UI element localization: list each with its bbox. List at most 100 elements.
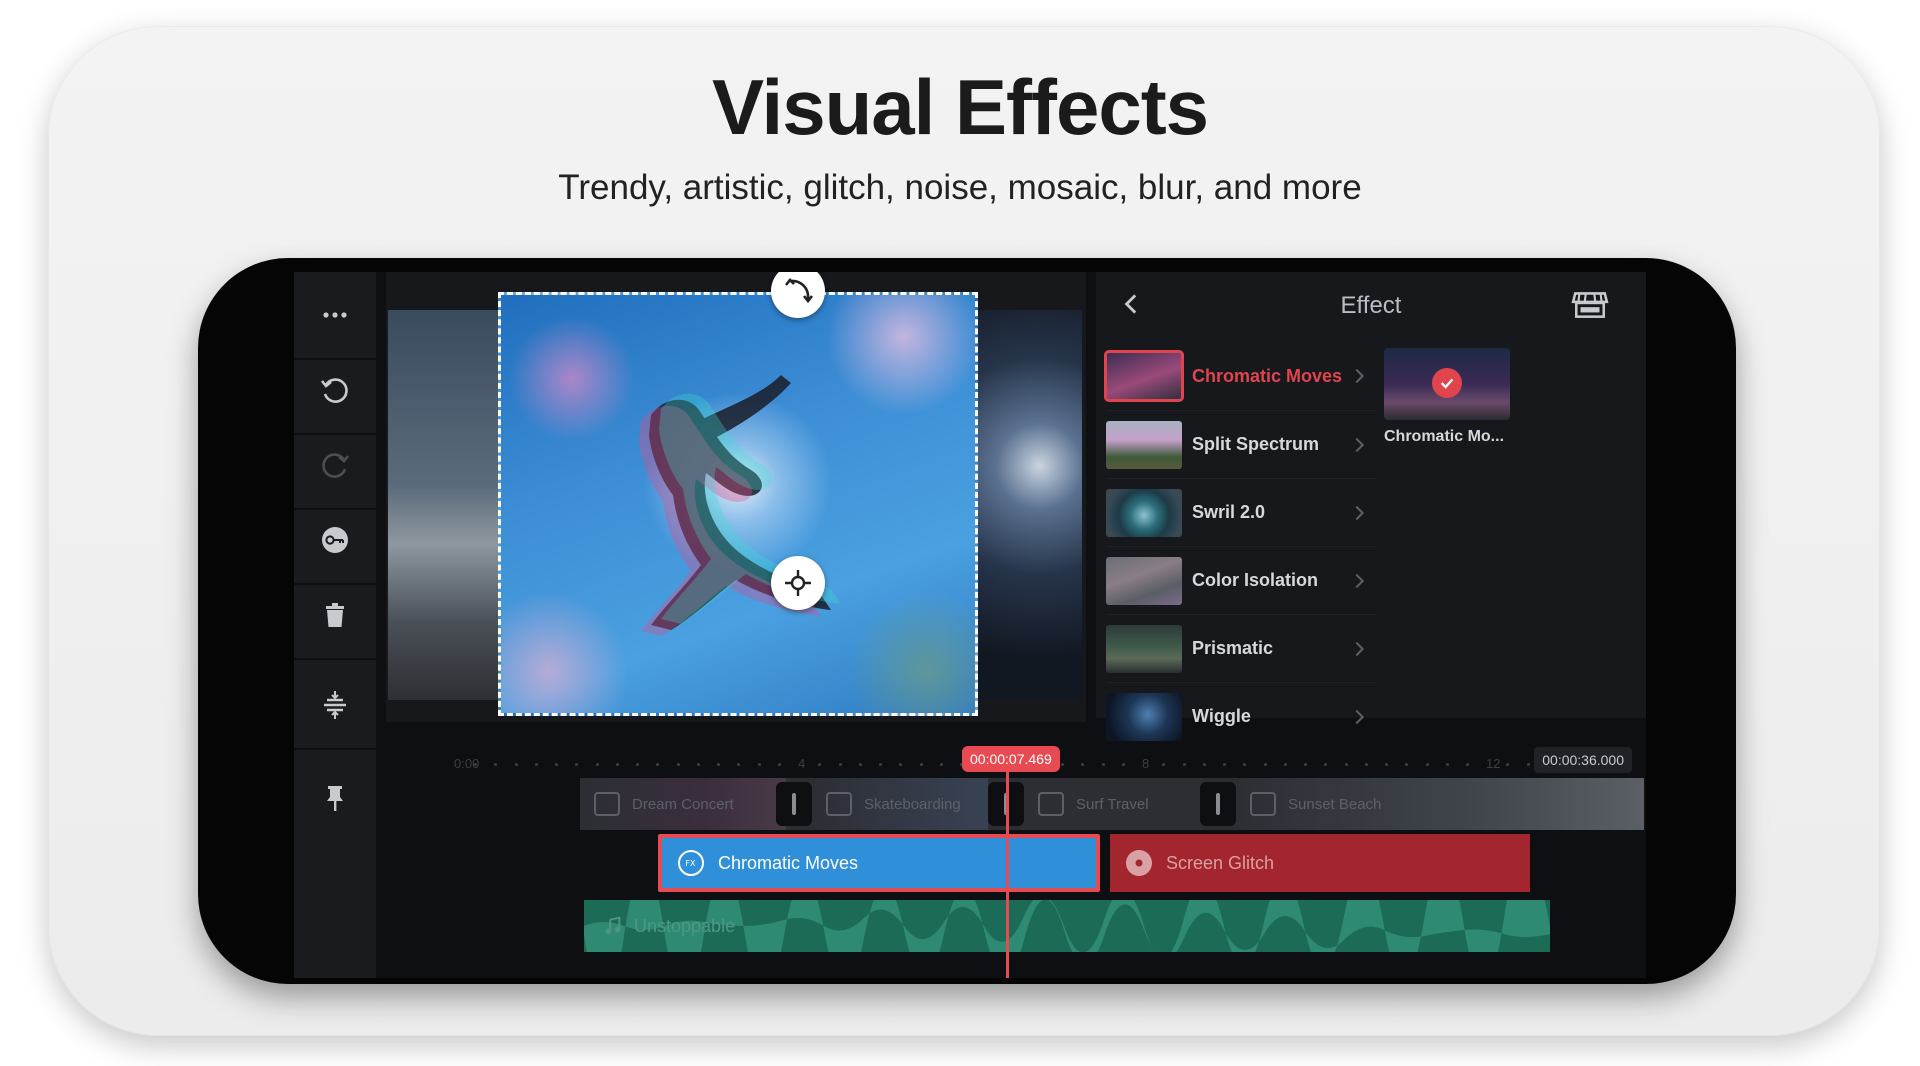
- move-handle[interactable]: [771, 556, 825, 610]
- effect-clip-selected[interactable]: FX Chromatic Moves: [658, 834, 1100, 892]
- ruler-tick: [1324, 763, 1328, 766]
- effect-panel-header: Effect: [1096, 272, 1646, 336]
- effect-thumbnail: [1104, 350, 1184, 402]
- ruler-tick: [555, 763, 559, 766]
- effect-name: Chromatic Moves: [1192, 365, 1343, 386]
- ruler-tick: [1101, 763, 1105, 766]
- audio-track[interactable]: Unstoppable: [584, 900, 1550, 952]
- svg-text:FX: FX: [685, 859, 696, 868]
- ruler-tick: [838, 763, 842, 766]
- clip-label: Skateboarding: [864, 795, 961, 813]
- effect-thumbnail: [1106, 624, 1182, 673]
- image-clip-icon: [1038, 792, 1064, 816]
- effect-item-swril[interactable]: Swril 2.0: [1106, 478, 1376, 546]
- more-icon: [323, 312, 347, 318]
- applied-effect-label: Chromatic Mo...: [1384, 428, 1505, 445]
- ruler-tick: [1425, 763, 1429, 766]
- video-clip[interactable]: Sunset Beach: [1236, 778, 1644, 830]
- ruler-tick: [737, 763, 741, 766]
- effect-name: Swril 2.0: [1192, 502, 1266, 522]
- page-subtitle: Trendy, artistic, glitch, noise, mosaic,…: [558, 168, 1362, 207]
- music-note-icon: [605, 916, 621, 935]
- chevron-right-icon: [1355, 368, 1365, 384]
- page-title: Visual Effects: [711, 63, 1209, 151]
- chevron-right-icon: [1355, 505, 1365, 520]
- video-clip[interactable]: Skateboarding: [812, 778, 988, 830]
- glitch-icon: [1126, 850, 1152, 876]
- ruler-tick: [514, 763, 518, 766]
- ruler-tick: [636, 763, 640, 766]
- undo-icon: [320, 378, 348, 403]
- keyframe-icon: [322, 527, 348, 553]
- chevron-right-icon: [1355, 437, 1365, 452]
- ruler-tick: [1263, 763, 1267, 766]
- effect-list: Chromatic Moves Split Spectrum Swril 2.0…: [1104, 342, 1376, 750]
- effect-item-wiggle[interactable]: Wiggle: [1106, 682, 1376, 750]
- chevron-right-icon: [1355, 573, 1365, 588]
- effect-item-prismatic[interactable]: Prismatic: [1106, 614, 1376, 682]
- ruler-tick: [1182, 763, 1186, 766]
- redo-icon: [322, 453, 350, 478]
- transition-marker[interactable]: [1200, 782, 1236, 826]
- delete-button[interactable]: [294, 572, 376, 660]
- ruler-tick: [534, 763, 538, 766]
- crosshair-icon: [785, 570, 811, 596]
- ruler-tick: [1304, 763, 1308, 766]
- image-clip-icon: [826, 792, 852, 816]
- chevron-right-icon: [1355, 641, 1365, 656]
- effect-item-split-spectrum[interactable]: Split Spectrum: [1106, 410, 1376, 478]
- effect-thumbnail: [1106, 488, 1182, 537]
- ruler-tick: [696, 763, 700, 766]
- check-icon: [1432, 368, 1462, 398]
- split-button[interactable]: [294, 662, 376, 750]
- effect-thumbnail: [1106, 420, 1182, 469]
- rotate-icon: [784, 278, 814, 304]
- ruler-tick: [939, 763, 943, 766]
- transition-marker[interactable]: [776, 782, 812, 826]
- ruler-label: 8: [1142, 756, 1150, 771]
- effect-name: Color Isolation: [1192, 570, 1318, 590]
- clip-label: Surf Travel: [1076, 795, 1149, 813]
- ruler-tick: [1223, 763, 1227, 766]
- total-duration: 00:00:36.000: [1534, 747, 1632, 773]
- asset-store-button[interactable]: [1570, 284, 1610, 324]
- pin-button[interactable]: [294, 754, 376, 842]
- image-clip-icon: [1250, 792, 1276, 816]
- ruler-tick: [1466, 763, 1469, 766]
- video-clip[interactable]: Dream Concert: [580, 778, 786, 830]
- ruler-tick: [879, 763, 883, 766]
- ruler-tick: [1121, 763, 1125, 766]
- clip-label: Sunset Beach: [1288, 795, 1382, 813]
- video-clip[interactable]: Surf Travel: [1024, 778, 1200, 830]
- ruler-label: 12: [1486, 756, 1501, 771]
- playhead[interactable]: [1006, 770, 1009, 978]
- effect-item-chromatic-moves[interactable]: Chromatic Moves: [1104, 342, 1376, 410]
- ruler-tick: [1243, 763, 1247, 766]
- ruler-tick: [595, 763, 599, 766]
- ruler-tick: [575, 763, 579, 766]
- effect-panel-title: Effect: [1340, 292, 1402, 319]
- ruler-tick: [858, 763, 862, 766]
- effect-item-color-isolation[interactable]: Color Isolation: [1106, 546, 1376, 614]
- effect-clip[interactable]: Screen Glitch: [1110, 834, 1530, 892]
- effect-name: Split Spectrum: [1192, 434, 1320, 454]
- applied-effect[interactable]: Chromatic Mo...: [1384, 348, 1514, 446]
- ruler-tick: [1385, 763, 1389, 766]
- ruler-tick: [717, 763, 721, 766]
- split-icon: [324, 691, 346, 719]
- ruler-tick: [1405, 763, 1409, 766]
- store-icon: [1571, 292, 1609, 318]
- ruler-tick: [1081, 763, 1085, 766]
- ruler-tick: [1283, 763, 1287, 766]
- editor-screen: Effect Chromatic Moves Split Spectrum Sw…: [294, 272, 1646, 978]
- effect-thumbnail: [1106, 692, 1182, 741]
- selected-layer-frame[interactable]: [498, 292, 978, 716]
- effect-clip-label: Screen Glitch: [1166, 852, 1275, 873]
- effect-fx-icon: FX: [678, 850, 704, 876]
- chevron-right-icon: [1355, 709, 1365, 724]
- ruler-tick: [1344, 763, 1348, 766]
- jumping-person-image: [639, 375, 841, 636]
- ruler-tick: [1061, 763, 1065, 766]
- audio-clip-label: Unstoppable: [634, 915, 736, 936]
- ruler-tick: [1445, 763, 1449, 766]
